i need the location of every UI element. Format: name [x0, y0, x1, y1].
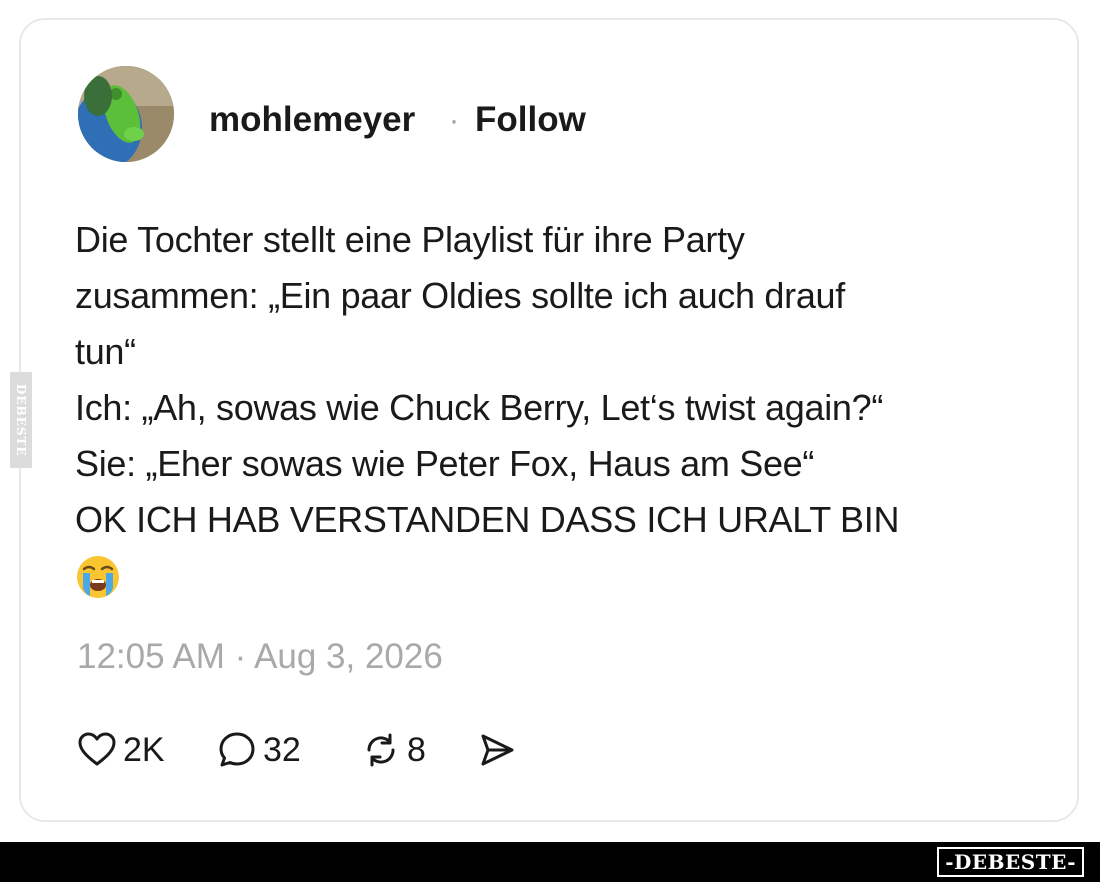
post-line: Sie: „Eher sowas wie Peter Fox, Haus am … — [75, 443, 815, 484]
share-button[interactable] — [477, 725, 517, 775]
comment-bubble-icon — [219, 732, 255, 767]
comment-button[interactable]: 32 — [217, 725, 301, 775]
post-line: tun“ — [75, 331, 136, 372]
heart-icon — [78, 732, 116, 766]
post-line: OK ICH HAB VERSTANDEN DASS ICH URALT BIN — [75, 499, 900, 540]
username[interactable]: mohlemeyer — [209, 100, 415, 140]
like-count: 2K — [123, 730, 165, 769]
separator-dot: · — [449, 104, 459, 137]
brand-logo: -DEBESTE- — [937, 847, 1084, 877]
send-icon — [481, 734, 514, 766]
loudly-crying-face-icon — [77, 556, 119, 598]
repost-icon — [367, 733, 395, 767]
repost-count: 8 — [407, 730, 426, 769]
avatar[interactable] — [78, 66, 174, 162]
post-line: Die Tochter stellt eine Playlist für ihr… — [75, 219, 745, 260]
post-text: Die Tochter stellt eine Playlist für ihr… — [75, 212, 1035, 600]
timestamp: 12:05 AM · Aug 3, 2026 — [77, 637, 443, 676]
side-watermark: DEBESTE — [10, 372, 32, 468]
repost-button[interactable]: 8 — [361, 725, 426, 775]
follow-button[interactable]: Follow — [475, 100, 586, 140]
bottom-bar: -DEBESTE- — [0, 842, 1100, 882]
post-card: mohlemeyer · Follow Die Tochter stellt e… — [19, 18, 1079, 822]
post-line: zusammen: „Ein paar Oldies sollte ich au… — [75, 275, 845, 316]
comment-count: 32 — [263, 730, 301, 769]
like-button[interactable]: 2K — [77, 725, 165, 775]
post-line: Ich: „Ah, sowas wie Chuck Berry, Let‘s t… — [75, 387, 884, 428]
avatar-image — [78, 66, 174, 162]
